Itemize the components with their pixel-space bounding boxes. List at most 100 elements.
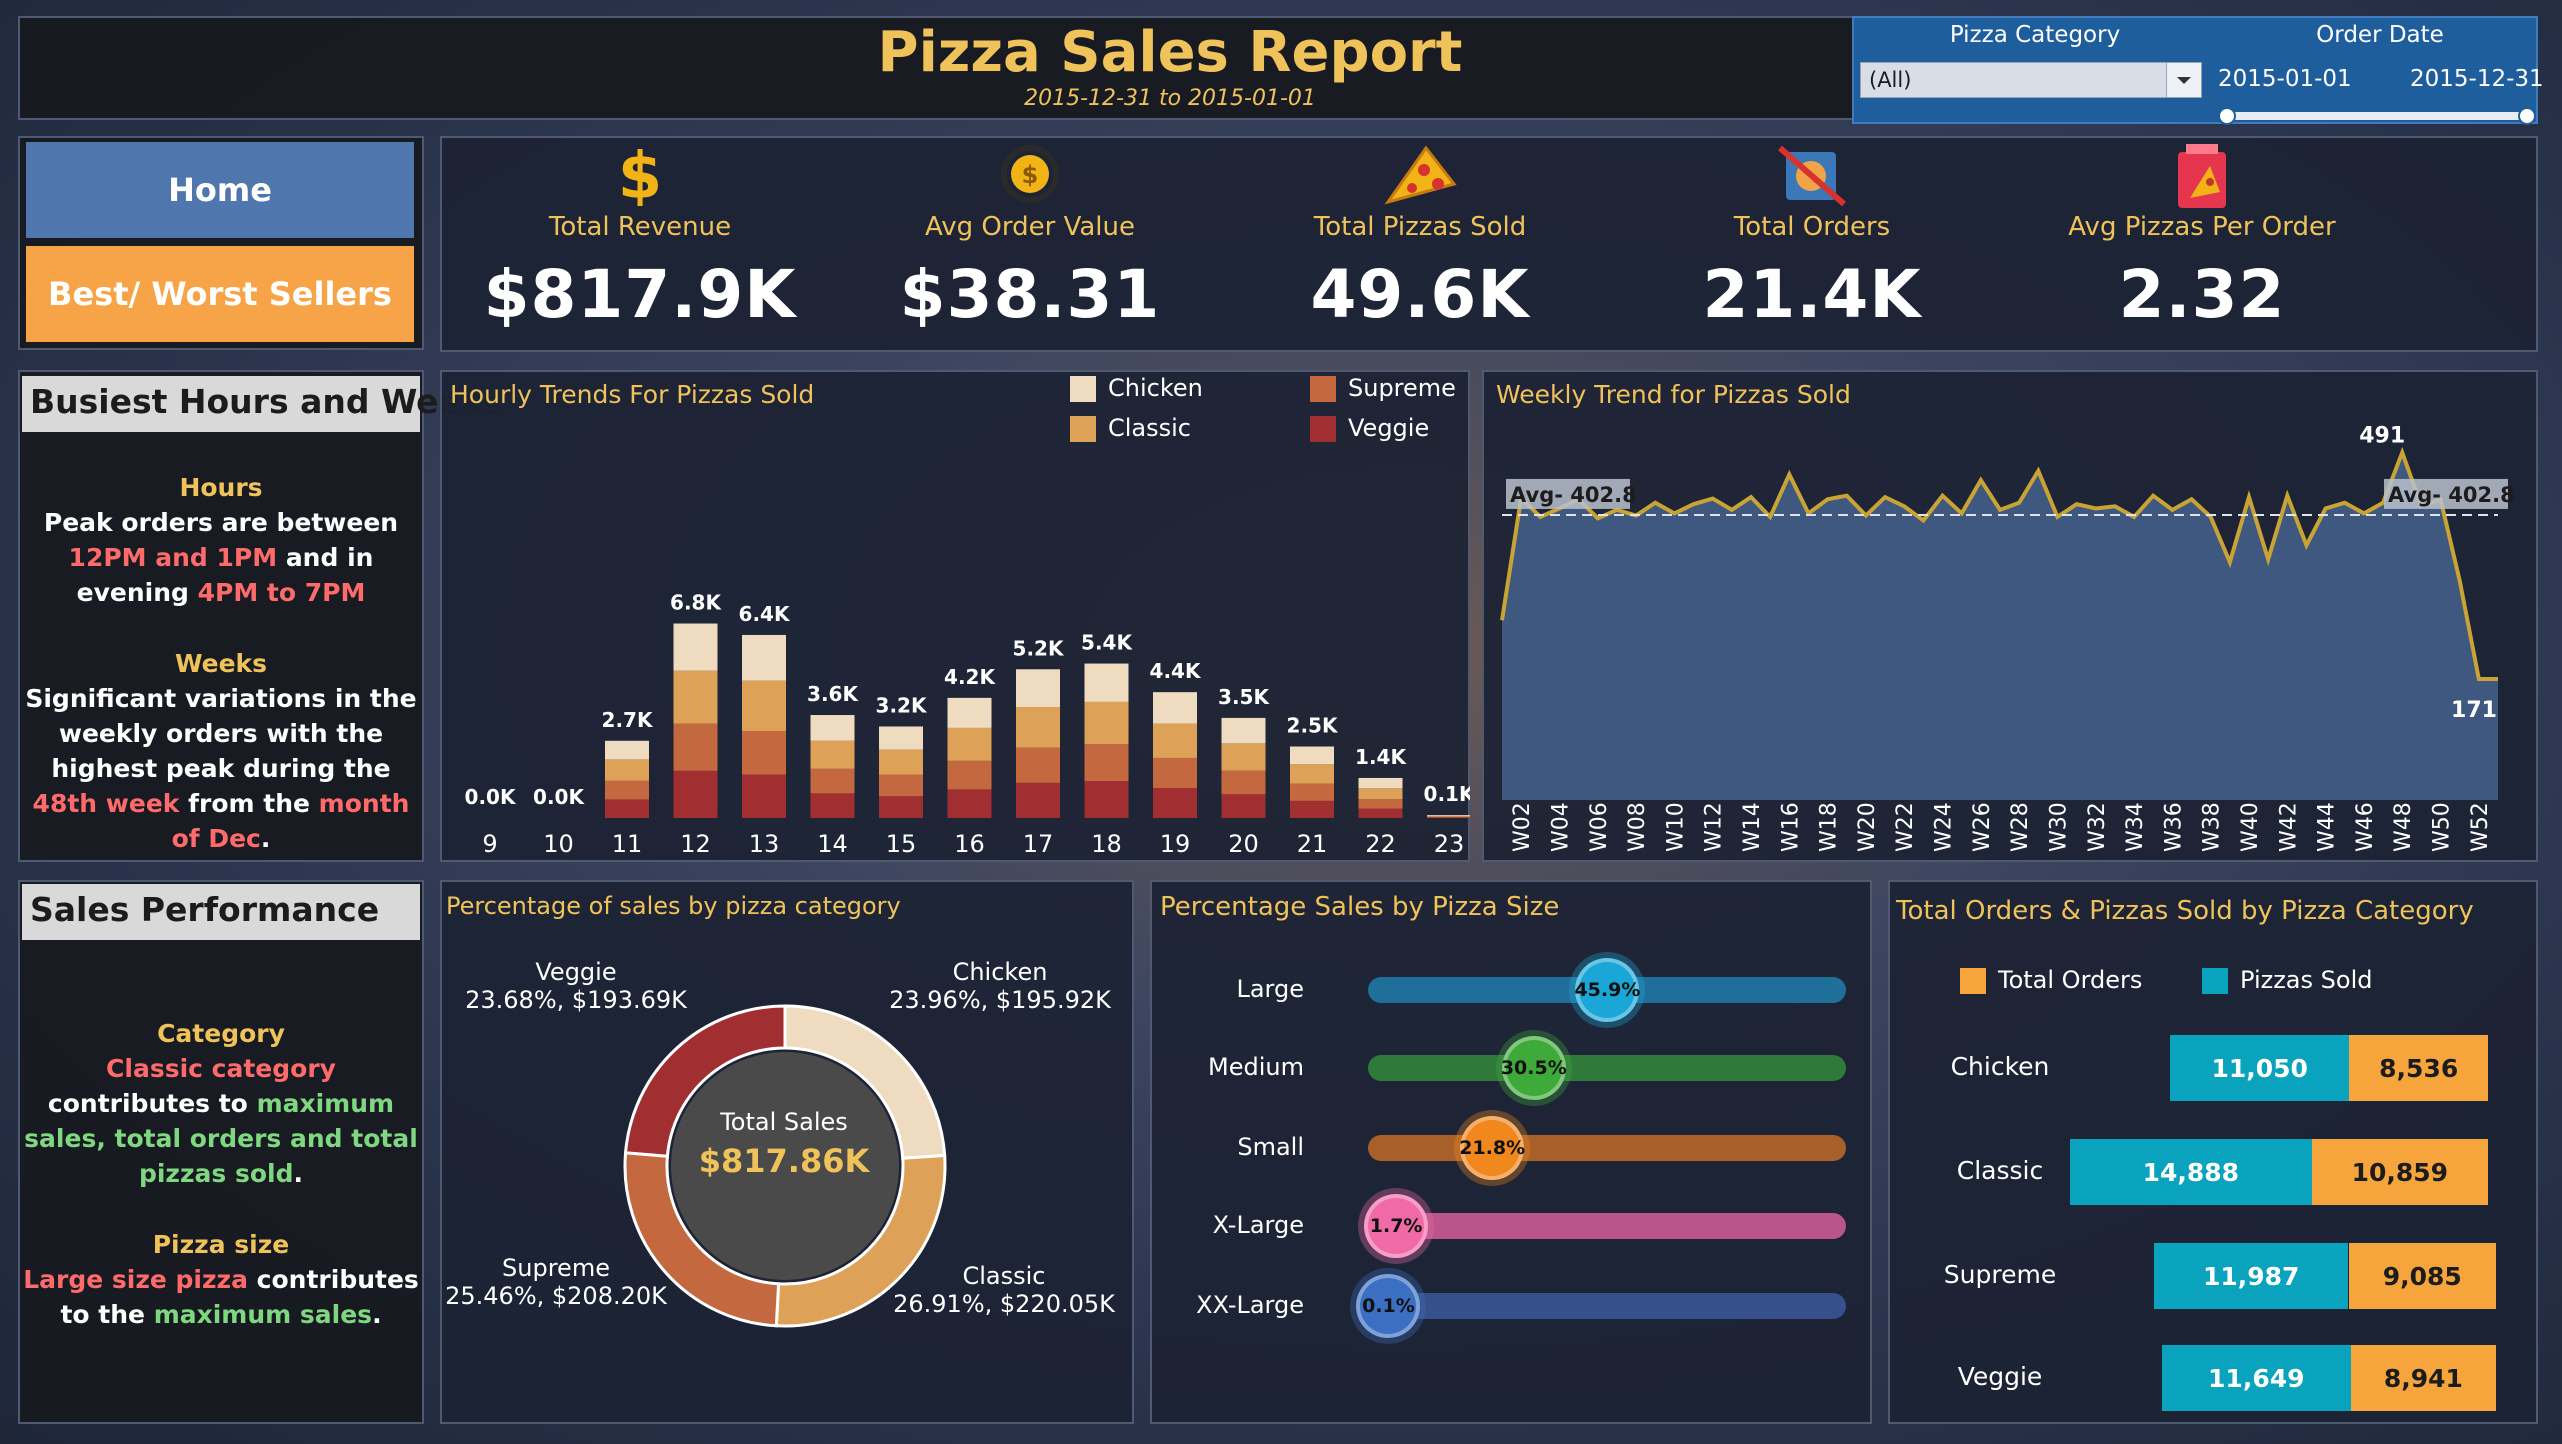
pizzas-sold-bar: 14,888 <box>2070 1139 2312 1205</box>
hourly-x-tick: 17 <box>1023 830 1054 858</box>
hourly-bar-segment <box>1358 777 1403 789</box>
weekly-min-label: 171 <box>2451 698 2497 723</box>
hourly-x-tick: 10 <box>543 830 574 858</box>
weekly-x-tick: W04 <box>1548 802 1573 852</box>
hourly-bar-segment <box>605 780 649 800</box>
size-bubble: 0.1% <box>1356 1274 1421 1338</box>
weekly-x-tick: W36 <box>2161 802 2186 852</box>
date-end-value[interactable]: 2015-12-31 <box>2410 66 2544 92</box>
avg-label-right: Avg- 402.8 <box>2384 478 2515 509</box>
hourly-bar-segment <box>1153 757 1197 788</box>
weekly-x-tick: W12 <box>1702 802 1727 852</box>
hourly-bar-segment <box>1153 723 1197 758</box>
hourly-total-label: 2.5K <box>1287 714 1339 738</box>
hourly-total-label: 6.4K <box>739 602 791 626</box>
weekly-x-tick: W02 <box>1510 802 1535 852</box>
chevron-down-icon[interactable] <box>2166 63 2201 97</box>
hourly-x-tick: 19 <box>1160 830 1191 858</box>
weekly-x-tick: W22 <box>1893 802 1918 852</box>
weekly-x-tick: W16 <box>1778 802 1803 852</box>
page-subtitle: 2015-12-31 to 2015-01-01 <box>1024 86 1316 111</box>
hourly-x-tick: 21 <box>1297 830 1328 858</box>
hourly-bar-segment <box>1427 816 1470 818</box>
kpi-label: Total Revenue <box>548 212 732 242</box>
date-slider-start-handle[interactable] <box>2218 107 2236 125</box>
order-date-filter-label: Order Date <box>2316 22 2444 48</box>
hourly-total-label: 4.2K <box>944 665 996 689</box>
hourly-bar-segment <box>879 749 923 775</box>
size-insight: Large size pizza contributes to the maxi… <box>23 1265 419 1329</box>
hourly-bar-segment <box>1290 764 1334 784</box>
hourly-bar-segment <box>879 796 923 818</box>
hourly-bar-segment <box>673 723 718 771</box>
kpi-value: 2.32 <box>2118 256 2286 333</box>
hourly-bar-segment <box>1221 717 1266 744</box>
category-label: Chicken <box>1950 1052 2050 1081</box>
hourly-bar-segment <box>947 789 992 818</box>
svg-text:$: $ <box>1022 161 1039 189</box>
svg-text:Avg- 402.8: Avg- 402.8 <box>1510 483 1637 507</box>
pizzas-sold-bar: 11,987 <box>2153 1243 2349 1309</box>
hourly-bar-segment <box>947 760 992 790</box>
hourly-total-label: 1.4K <box>1355 745 1407 769</box>
category-label: Veggie <box>1957 1362 2043 1391</box>
hourly-x-tick: 23 <box>1434 830 1465 858</box>
date-start-value[interactable]: 2015-01-01 <box>2218 66 2352 92</box>
hourly-bar-segment <box>1016 707 1060 748</box>
home-button[interactable]: Home <box>26 142 414 238</box>
weekly-x-tick: W34 <box>2123 802 2148 852</box>
weekly-x-tick: W06 <box>1587 802 1612 852</box>
weekly-x-tick: W52 <box>2468 802 2493 852</box>
category-filter-dropdown[interactable]: (All) <box>1860 62 2202 98</box>
hourly-x-tick: 11 <box>612 830 643 858</box>
page-title: Pizza Sales Report <box>877 20 1463 85</box>
hourly-bar-segment <box>1084 701 1129 745</box>
hourly-bar-segment <box>947 697 992 728</box>
hourly-x-tick: 14 <box>817 830 848 858</box>
donut-center-value: $817.86K <box>698 1142 870 1180</box>
weekly-x-tick: W08 <box>1625 802 1650 852</box>
hourly-bar-segment <box>1290 800 1334 818</box>
hourly-bar-segment <box>1290 783 1334 801</box>
hourly-bar-segment <box>879 774 923 797</box>
label-classic: Classic 26.91%, $220.05K <box>893 1262 1115 1318</box>
hourly-bar-segment <box>1427 815 1470 817</box>
hourly-bar-segment <box>1084 744 1129 782</box>
hourly-x-tick: 13 <box>749 830 780 858</box>
hourly-x-tick: 12 <box>680 830 711 858</box>
hourly-total-label: 0.0K <box>465 785 517 809</box>
legend-total-orders: Total Orders <box>1960 966 2142 994</box>
weekly-x-tick: W50 <box>2430 802 2455 852</box>
best-worst-sellers-button[interactable]: Best/ Worst Sellers <box>26 246 414 342</box>
hourly-bar-segment <box>742 680 786 732</box>
pizza-slice-icon <box>1380 142 1460 212</box>
pizzas-sold-bar: 11,649 <box>2161 1345 2351 1411</box>
kpi-label: Avg Pizzas Per Order <box>2068 212 2336 242</box>
weekly-max-label: 491 <box>2359 424 2405 449</box>
hourly-total-label: 6.8K <box>670 591 722 615</box>
hourly-bar-segment <box>1016 747 1060 783</box>
weekly-x-tick: W24 <box>1932 802 1957 852</box>
size-bubble: 45.9% <box>1574 958 1640 1022</box>
size-label: Large <box>1236 975 1304 1003</box>
size-pct-title: Percentage Sales by Pizza Size <box>1160 892 1560 922</box>
hourly-bar-segment <box>1084 781 1129 818</box>
date-slider-end-handle[interactable] <box>2518 107 2536 125</box>
hourly-total-label: 2.7K <box>602 708 654 732</box>
date-range-slider[interactable] <box>2218 107 2536 125</box>
weekly-x-tick: W26 <box>1970 802 1995 852</box>
hours-insight: Peak orders are between 12PM and 1PM and… <box>43 508 399 607</box>
category-heading: Category <box>157 1019 285 1048</box>
total-orders-bar: 10,859 <box>2311 1139 2488 1205</box>
hourly-bar-segment <box>1358 799 1403 809</box>
hourly-x-tick: 20 <box>1228 830 1259 858</box>
hourly-bar-segment <box>947 727 992 761</box>
hourly-bar-segment <box>605 759 649 781</box>
hourly-x-tick: 16 <box>954 830 985 858</box>
coin-icon: $ <box>990 142 1070 212</box>
weekly-x-tick: W30 <box>2046 802 2071 852</box>
total-orders-bar: 8,941 <box>2350 1345 2496 1411</box>
weekly-x-tick: W20 <box>1855 802 1880 852</box>
pizzas-sold-bar: 11,050 <box>2170 1035 2350 1101</box>
hourly-total-label: 5.2K <box>1013 636 1065 660</box>
